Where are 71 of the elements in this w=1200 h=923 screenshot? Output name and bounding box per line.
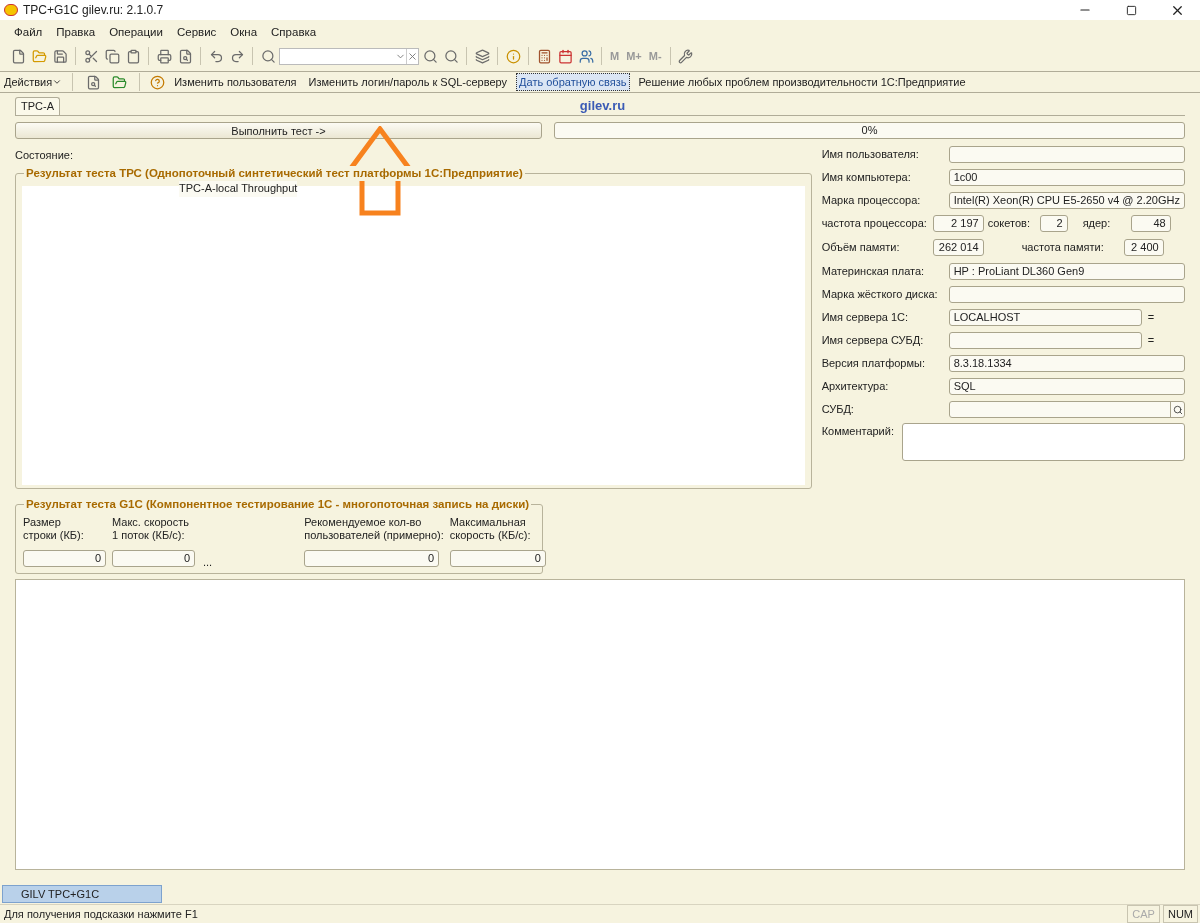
text-field[interactable]: 48 bbox=[1130, 215, 1171, 232]
text-field[interactable]: 2 197 bbox=[932, 215, 984, 232]
menu-item[interactable]: Правка bbox=[56, 24, 96, 42]
text-field[interactable]: 0 bbox=[449, 550, 546, 567]
toolbar-link[interactable]: Изменить логин/пароль к SQL-серверу bbox=[305, 72, 511, 92]
actions-menu[interactable]: Действия bbox=[4, 73, 63, 91]
equals-sign: = bbox=[1147, 333, 1155, 349]
field-label: ядер: bbox=[1082, 216, 1112, 232]
comment-field[interactable] bbox=[901, 423, 1185, 461]
field-label: Марка жёсткого диска: bbox=[821, 287, 939, 303]
text-field[interactable]: 0 bbox=[112, 550, 195, 567]
text-field[interactable]: SQL bbox=[948, 378, 1185, 395]
text-field[interactable]: 2 bbox=[1039, 215, 1068, 232]
status-indicator: NUM bbox=[1162, 904, 1198, 923]
field-label: частота процессора: bbox=[821, 216, 928, 232]
menu-item[interactable]: Операции bbox=[109, 24, 163, 42]
column-label: Максимальная скорость (КБ/с): bbox=[449, 516, 531, 543]
text-field[interactable] bbox=[948, 286, 1185, 303]
field-label: Архитектура: bbox=[821, 379, 890, 395]
status-indicator: CAP bbox=[1127, 904, 1160, 923]
toolbar-link[interactable]: Дать обратную связь bbox=[516, 72, 630, 92]
field-label: Комментарий: bbox=[821, 424, 895, 439]
menu-item[interactable]: Справка bbox=[271, 24, 317, 42]
run-test-button[interactable]: Выполнить тест -> bbox=[15, 121, 542, 139]
toolbar-link[interactable]: Решение любых проблем производительности 1С:Предприятие bbox=[635, 72, 969, 92]
text-field[interactable]: LOCALHOST bbox=[948, 309, 1142, 326]
field-label: Объём памяти: bbox=[821, 240, 901, 256]
column-label: Макс. скорость 1 поток (КБ/с): bbox=[112, 516, 189, 543]
text-field[interactable]: 262 014 bbox=[932, 239, 984, 256]
group-title: Результат теста G1C (Компонентное тестирование 1С - многопоточная запись на диски) bbox=[24, 497, 532, 512]
text-field[interactable]: HP : ProLiant DL360 Gen9 bbox=[948, 263, 1185, 280]
text-field[interactable]: 0 bbox=[304, 550, 440, 567]
tab[interactable]: TPC-A bbox=[15, 97, 60, 115]
field-label: сокетов: bbox=[987, 216, 1031, 232]
menu-item[interactable]: Сервис bbox=[176, 24, 217, 42]
menu-item[interactable]: Окна bbox=[230, 24, 258, 42]
text-field[interactable]: 1c00 bbox=[948, 169, 1185, 186]
text-field[interactable]: 8.3.18.1334 bbox=[948, 355, 1185, 372]
caret-icon[interactable] bbox=[52, 77, 63, 87]
text-field[interactable] bbox=[948, 146, 1185, 163]
text-field[interactable]: 0 bbox=[23, 550, 106, 567]
field-label: Имя пользователя: bbox=[821, 147, 920, 163]
text-field[interactable]: Intel(R) Xeon(R) CPU E5-2650 v4 @ 2.20GHz bbox=[948, 192, 1185, 209]
help-icon[interactable] bbox=[150, 74, 166, 90]
column-label: Рекомендуемое кол-во пользователей (примерно): bbox=[304, 516, 444, 543]
text-field[interactable]: 2 400 bbox=[1123, 239, 1164, 256]
field-label: СУБД: bbox=[821, 402, 855, 418]
progress-text: 0% bbox=[860, 122, 879, 138]
field-label: Версия платформы: bbox=[821, 356, 926, 372]
clear-icon[interactable] bbox=[406, 48, 418, 64]
ellipsis-text: ... bbox=[203, 554, 213, 570]
status-label: Состояние: bbox=[15, 148, 74, 163]
field-label: Имя сервера СУБД: bbox=[821, 333, 925, 349]
equals-sign: = bbox=[1147, 310, 1155, 326]
column-label: Размер строки (КБ): bbox=[23, 516, 84, 543]
window-title: TPC+G1C gilev.ru: 2.1.0.7 bbox=[23, 2, 164, 19]
toolbar-link[interactable]: Изменить пользователя bbox=[171, 72, 300, 92]
group-title: Результат теста ТРС (Однопоточный синтетический тест платформы 1С:Предприятие) bbox=[24, 166, 525, 181]
text-field[interactable] bbox=[948, 332, 1142, 349]
field-label: Марка процессора: bbox=[821, 193, 922, 209]
app-logo-icon bbox=[4, 4, 18, 16]
menu-item[interactable]: Файл bbox=[14, 24, 43, 42]
status-hint: Для получения подсказки нажмите F1 bbox=[4, 906, 199, 922]
field-label: Материнская плата: bbox=[821, 264, 926, 280]
site-label: gilev.ru bbox=[579, 96, 626, 115]
field-label: Имя сервера 1С: bbox=[821, 310, 910, 326]
taskbar-item[interactable]: GILV TPC+G1C bbox=[2, 885, 162, 903]
field-label: Имя компьютера: bbox=[821, 170, 912, 186]
search-field[interactable] bbox=[948, 401, 1185, 418]
field-label: частота памяти: bbox=[1021, 240, 1105, 256]
search-icon[interactable] bbox=[1170, 402, 1184, 417]
